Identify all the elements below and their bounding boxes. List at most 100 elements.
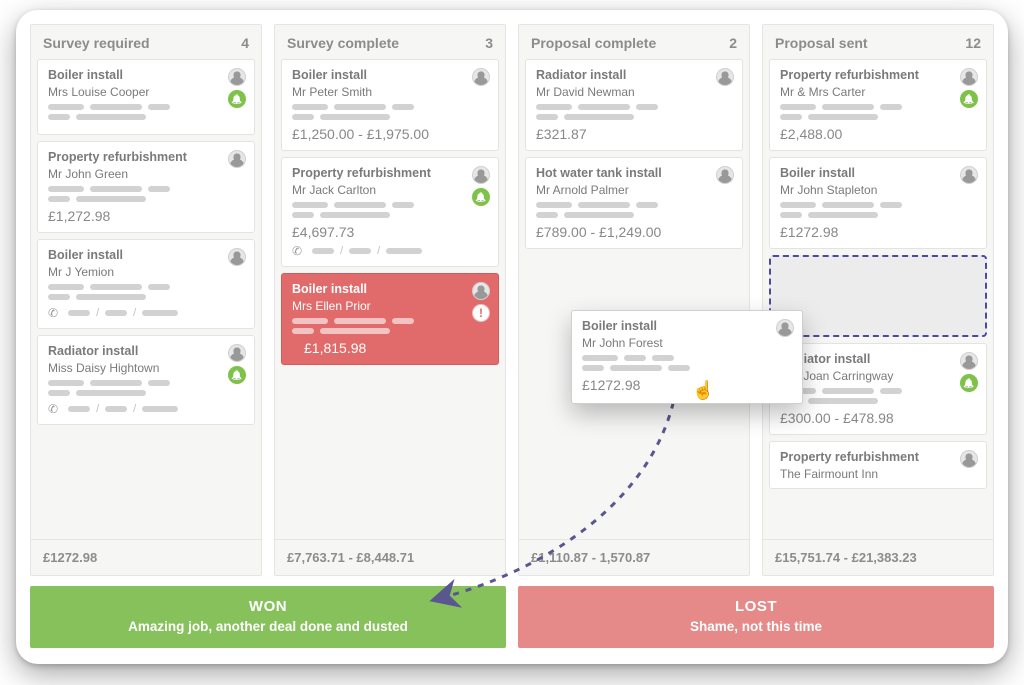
user-avatar-icon [472,282,490,300]
column-count: 3 [485,35,493,51]
outcome-won-dropzone[interactable]: WON Amazing job, another deal done and d… [30,586,506,648]
bell-icon [228,90,246,108]
outcome-won-title: WON [40,598,496,615]
card-customer: Mr Arnold Palmer [536,183,732,197]
column-count: 2 [729,35,737,51]
user-avatar-icon [472,166,490,184]
placeholder-lines [48,104,244,120]
card-title: Property refurbishment [48,150,244,164]
dragging-card[interactable]: Boiler install Mr John Forest £1272.98 [571,310,803,404]
column-title: Proposal sent [775,35,868,51]
column-title: Proposal complete [531,35,656,51]
user-avatar-icon [472,68,490,86]
column-count: 4 [241,35,249,51]
card-title: Boiler install [48,68,244,82]
job-card-overdue[interactable]: ! Boiler install Mrs Ellen Prior £1,815.… [281,273,499,365]
column-footer-total: £7,763.71 - £8,448.71 [275,539,505,575]
job-card[interactable]: Boiler install Mrs Louise Cooper [37,59,255,135]
card-price: £1,272.98 [48,208,244,224]
card-customer: Mr J Yemion [48,265,244,279]
card-customer: Mr Jack Carlton [292,183,488,197]
card-customer: Mr John Forest [582,336,792,350]
user-avatar-icon [960,450,978,468]
card-price: £4,697.73 [292,224,488,240]
card-price: £2,488.00 [780,126,976,142]
user-avatar-icon [960,68,978,86]
job-card[interactable]: Boiler install Mr Peter Smith £1,250.00 … [281,59,499,151]
kanban-board: Survey required 4 Boiler install Mrs Lou… [16,10,1008,664]
card-customer: Mr & Mrs Carter [780,85,976,99]
user-avatar-icon [960,352,978,370]
column-title: Survey complete [287,35,399,51]
card-title: Hot water tank install [536,166,732,180]
user-avatar-icon [228,68,246,86]
job-card[interactable]: Radiator install Miss Daisy Hightown // [37,335,255,425]
card-title: Boiler install [780,166,976,180]
columns-container: Survey required 4 Boiler install Mrs Lou… [30,24,994,576]
column-body: Property refurbishment Mr & Mrs Carter £… [763,59,993,539]
card-customer: Mrs Ellen Prior [292,299,488,313]
column-proposal-complete: Proposal complete 2 Radiator install Mr … [518,24,750,576]
card-title: Radiator install [536,68,732,82]
placeholder-lines [536,202,732,218]
alert-icon: ! [472,304,490,322]
card-price: £300.00 - £478.98 [780,410,976,426]
column-survey-required: Survey required 4 Boiler install Mrs Lou… [30,24,262,576]
card-customer: Mr John Green [48,167,244,181]
placeholder-lines [780,202,976,218]
column-header: Proposal sent 12 [763,25,993,59]
card-title: Property refurbishment [780,68,976,82]
card-customer: Miss Daisy Hightown [48,361,244,375]
card-price: £1272.98 [582,377,792,393]
outcome-lost-title: LOST [528,598,984,615]
column-footer-total: £15,751.74 - £21,383.23 [763,539,993,575]
placeholder-lines [292,104,488,120]
card-customer: The Fairmount Inn [780,467,976,481]
card-title: Radiator install [48,344,244,358]
user-avatar-icon [716,68,734,86]
bell-icon [960,374,978,392]
bell-icon [228,366,246,384]
column-body: Boiler install Mrs Louise Cooper Propert… [31,59,261,539]
card-meta: // [48,306,244,320]
job-card[interactable]: Hot water tank install Mr Arnold Palmer … [525,157,743,249]
placeholder-lines [292,318,488,334]
card-price: £1,815.98 [292,340,488,356]
column-header: Survey complete 3 [275,25,505,59]
phone-icon [292,244,306,258]
outcome-lost-dropzone[interactable]: LOST Shame, not this time [518,586,994,648]
user-avatar-icon [716,166,734,184]
card-customer: Mr Peter Smith [292,85,488,99]
job-card[interactable]: Property refurbishment The Fairmount Inn [769,441,987,489]
job-card[interactable]: Radiator install Mr David Newman £321.87 [525,59,743,151]
card-meta: // [48,402,244,416]
card-title: Property refurbishment [780,450,976,464]
column-header: Proposal complete 2 [519,25,749,59]
card-price: £1272.98 [780,224,976,240]
job-card[interactable]: Property refurbishment Mr Jack Carlton £… [281,157,499,267]
card-title: Boiler install [582,319,792,333]
column-title: Survey required [43,35,150,51]
phone-icon [48,402,62,416]
column-survey-complete: Survey complete 3 Boiler install Mr Pete… [274,24,506,576]
job-card[interactable]: Boiler install Mr John Stapleton £1272.9… [769,157,987,249]
column-proposal-sent: Proposal sent 12 Property refurbishment … [762,24,994,576]
placeholder-lines [536,104,732,120]
user-avatar-icon [228,344,246,362]
card-customer: Mrs Joan Carringway [780,369,976,383]
placeholder-lines [48,380,244,396]
job-card[interactable]: Boiler install Mr J Yemion // [37,239,255,329]
bell-icon [960,90,978,108]
job-card[interactable]: Property refurbishment Mr & Mrs Carter £… [769,59,987,151]
column-body: Radiator install Mr David Newman £321.87… [519,59,749,539]
placeholder-lines [780,388,976,404]
column-count: 12 [965,35,981,51]
job-card[interactable]: Property refurbishment Mr John Green £1,… [37,141,255,233]
card-title: Boiler install [292,68,488,82]
card-customer: Mr John Stapleton [780,183,976,197]
card-price: £321.87 [536,126,732,142]
user-avatar-icon [228,150,246,168]
column-header: Survey required 4 [31,25,261,59]
outcome-lost-subtitle: Shame, not this time [528,619,984,634]
card-price: £789.00 - £1,249.00 [536,224,732,240]
